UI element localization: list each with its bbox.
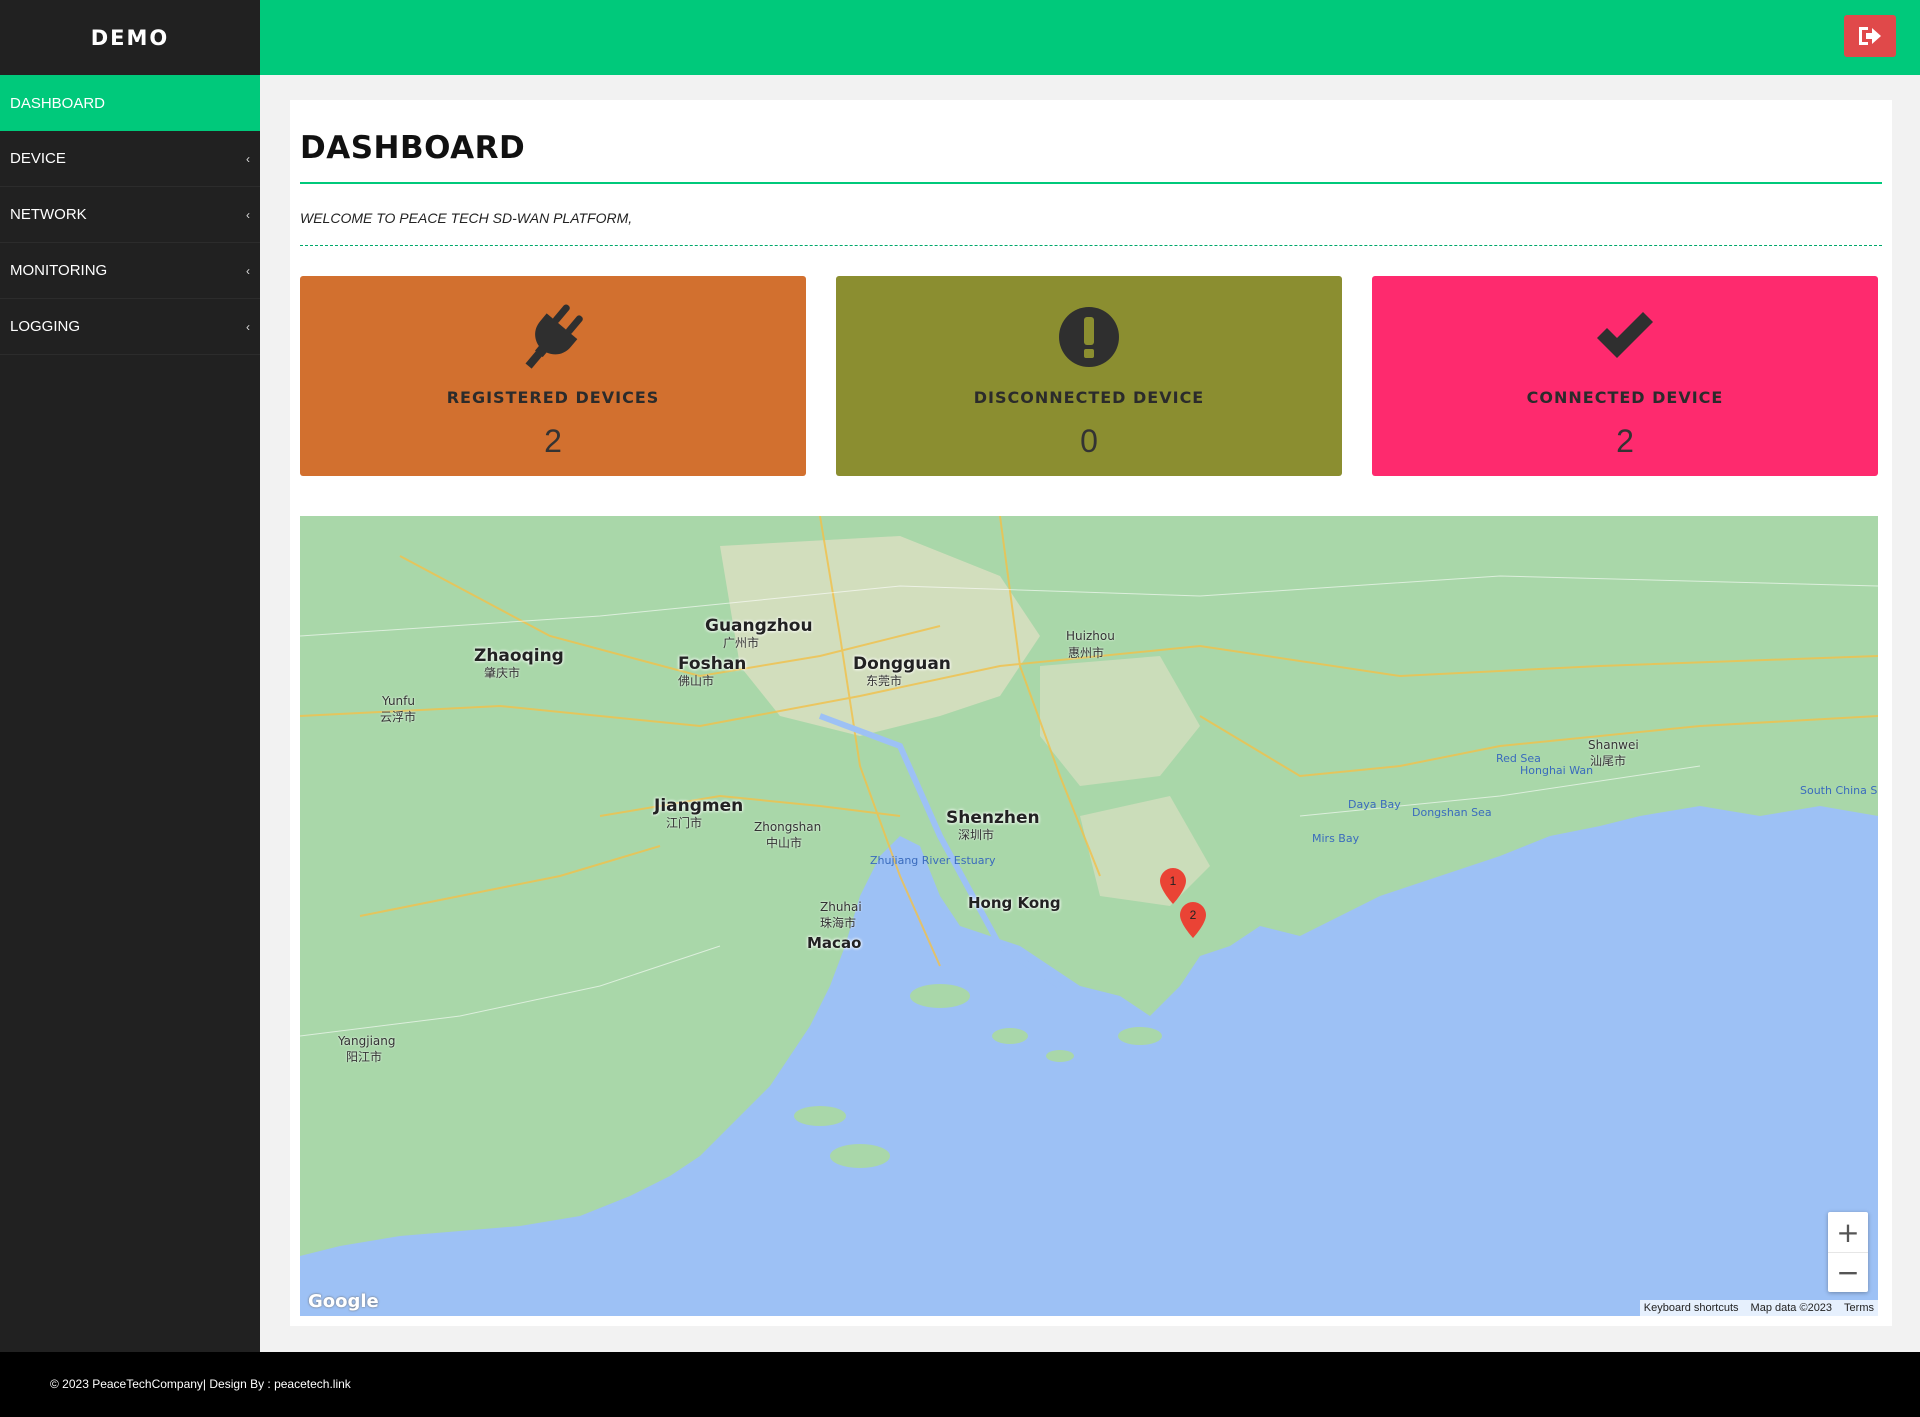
map-city-label: 惠州市 xyxy=(1068,646,1105,660)
map-city-label: Zhuhai xyxy=(820,900,862,914)
map-marker[interactable]: 2 xyxy=(1180,902,1206,938)
topbar xyxy=(260,0,1920,75)
map-city-label: 江门市 xyxy=(666,816,703,830)
map-city-label: Shanwei xyxy=(1588,738,1639,752)
sidebar-item-monitoring[interactable]: MONITORING ‹ xyxy=(0,243,260,299)
disconnected-device-card[interactable]: DISCONNECTED DEVICE 0 xyxy=(836,276,1342,476)
logout-button[interactable] xyxy=(1844,15,1896,57)
keyboard-shortcuts-link[interactable]: Keyboard shortcuts xyxy=(1644,1302,1739,1314)
plug-icon xyxy=(515,296,591,378)
card-count: 2 xyxy=(1616,423,1634,459)
map-city-label: Yangjiang xyxy=(338,1034,396,1048)
map-water-label: Honghai Wan xyxy=(1520,764,1594,777)
map-water-label: Daya Bay xyxy=(1348,798,1401,811)
map-attribution: Keyboard shortcuts Map data ©2023 Terms xyxy=(1639,1300,1878,1316)
zoom-control: + − xyxy=(1828,1212,1868,1292)
map-city-label: Shenzhen xyxy=(946,808,1040,828)
sign-out-icon xyxy=(1859,27,1881,45)
map-city-label: 珠海市 xyxy=(820,916,857,930)
map-water-label: Dongshan Sea xyxy=(1412,806,1492,819)
device-map[interactable]: Guangzhou 广州市 Foshan 佛山市 Dongguan 东莞市 Zh… xyxy=(300,516,1878,1316)
sidebar-item-network[interactable]: NETWORK ‹ xyxy=(0,187,260,243)
sidebar-item-dashboard[interactable]: DASHBOARD xyxy=(0,75,260,131)
map-city-label: Macao xyxy=(807,934,862,952)
brand-logo[interactable]: DEMO xyxy=(0,0,260,75)
chevron-left-icon: ‹ xyxy=(246,263,250,278)
map-water-label: Zhujiang River Estuary xyxy=(870,854,996,867)
google-logo[interactable]: Google xyxy=(308,1291,379,1312)
map-city-label: Foshan xyxy=(678,654,747,674)
sidebar-item-logging[interactable]: LOGGING ‹ xyxy=(0,299,260,355)
map-city-label: Dongguan xyxy=(853,654,951,674)
chevron-left-icon: ‹ xyxy=(246,319,250,334)
map-city-label: 深圳市 xyxy=(958,828,995,842)
zoom-out-button[interactable]: − xyxy=(1828,1252,1868,1292)
sidebar-item-label: NETWORK xyxy=(10,206,87,223)
map-city-label: 中山市 xyxy=(766,836,803,850)
sidebar-item-label: DEVICE xyxy=(10,150,66,167)
connected-device-card[interactable]: CONNECTED DEVICE 2 xyxy=(1372,276,1878,476)
title-divider xyxy=(300,182,1882,184)
card-count: 0 xyxy=(1080,423,1098,459)
map-city-label: 广州市 xyxy=(723,636,760,650)
map-marker[interactable]: 1 xyxy=(1160,868,1186,904)
zoom-in-button[interactable]: + xyxy=(1828,1212,1868,1252)
marker-label: 1 xyxy=(1170,874,1177,888)
registered-devices-card[interactable]: REGISTERED DEVICES 2 xyxy=(300,276,806,476)
card-label: CONNECTED DEVICE xyxy=(1526,388,1724,407)
stat-cards: REGISTERED DEVICES 2 DISCONNECTED DEVICE… xyxy=(300,276,1878,476)
chevron-left-icon: ‹ xyxy=(246,207,250,222)
map-city-label: 云浮市 xyxy=(380,710,417,724)
map-city-label: Guangzhou xyxy=(705,616,813,636)
sidebar-item-label: MONITORING xyxy=(10,262,108,279)
card-count: 2 xyxy=(544,423,562,459)
welcome-divider xyxy=(300,245,1882,246)
page-footer: © 2023 PeaceTechCompany| Design By : pea… xyxy=(0,1352,1920,1417)
sidebar-item-label: DASHBOARD xyxy=(10,94,106,112)
terms-link[interactable]: Terms xyxy=(1844,1302,1874,1314)
map-data-text: Map data ©2023 xyxy=(1750,1302,1833,1314)
map-city-label: 阳江市 xyxy=(346,1050,383,1064)
page-title: DASHBOARD xyxy=(300,130,526,166)
chevron-left-icon: ‹ xyxy=(246,151,250,166)
exclamation-circle-icon xyxy=(1057,296,1121,378)
check-icon xyxy=(1593,296,1657,378)
sidebar-item-device[interactable]: DEVICE ‹ xyxy=(0,131,260,187)
map-city-label: 东莞市 xyxy=(866,674,903,688)
map-city-label: 肇庆市 xyxy=(484,666,521,680)
map-city-label: Zhongshan xyxy=(754,820,822,834)
marker-label: 2 xyxy=(1190,908,1197,922)
map-city-label: 汕尾市 xyxy=(1590,754,1627,768)
map-city-label: Zhaoqing xyxy=(474,646,564,666)
card-label: REGISTERED DEVICES xyxy=(446,388,660,407)
map-city-label: Yunfu xyxy=(382,694,415,708)
card-label: DISCONNECTED DEVICE xyxy=(973,388,1205,407)
map-city-label: 佛山市 xyxy=(678,674,715,688)
main-panel: DASHBOARD WELCOME TO PEACE TECH SD-WAN P… xyxy=(290,100,1892,1326)
sidebar-item-label: LOGGING xyxy=(10,318,81,335)
map-city-label: Hong Kong xyxy=(968,894,1061,912)
footer-copyright: © 2023 PeaceTechCompany| Design By : pea… xyxy=(50,1377,351,1391)
map-city-label: Jiangmen xyxy=(654,796,744,816)
map-water-label: Mirs Bay xyxy=(1312,832,1360,845)
map-city-label: Huizhou xyxy=(1066,629,1115,643)
welcome-message: WELCOME TO PEACE TECH SD-WAN PLATFORM, xyxy=(300,210,633,226)
sidebar: DEMO DASHBOARD DEVICE ‹ NETWORK ‹ MONITO… xyxy=(0,0,260,1352)
map-water-label: South China Sea xyxy=(1800,784,1878,797)
map-water-label: Red Sea xyxy=(1496,752,1541,765)
